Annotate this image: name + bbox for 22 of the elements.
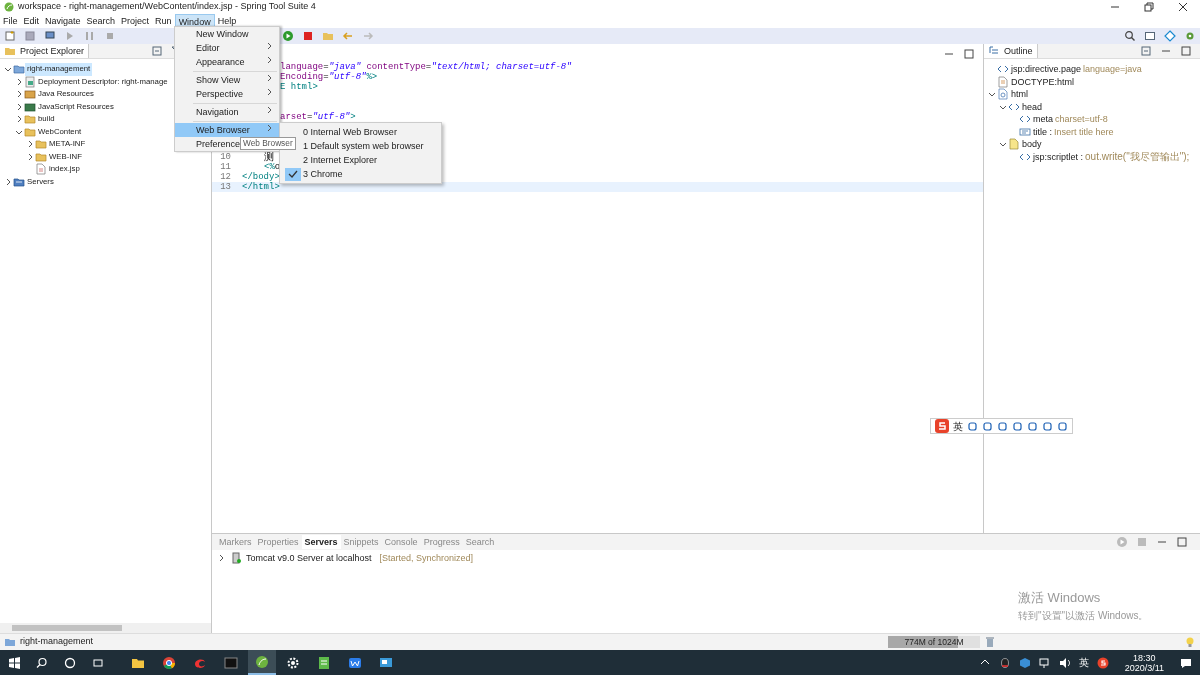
code-line: </html> [242, 182, 280, 192]
line-number: 10 [220, 152, 231, 162]
code-line: </body> [242, 172, 280, 182]
activation-text: 转到"设置"以激活 Windows。 [1018, 608, 1149, 623]
line-number: 11 [220, 162, 231, 172]
code-line: 测 [263, 152, 274, 162]
activation-title: 激活 Windows [1018, 589, 1102, 607]
window-title: workspace - right-management/WebContent/index.jsp - Spring Tool Suite 4 [18, 0, 316, 14]
code-line: language="java" contentType="text/html; charset=utf-8" [279, 62, 572, 72]
server-state: [Started, Synchronized] [379, 552, 474, 565]
code-line: E html> [279, 82, 318, 92]
tree-item-detail: Insert title here [1054, 125, 1114, 138]
tooltip: Web Browser [240, 137, 296, 150]
line-number: 13 [220, 182, 231, 192]
code-line: Encoding="utf-8"%> [279, 72, 378, 82]
memory-text: 774M of 1024M [904, 635, 964, 649]
line-number: 12 [220, 172, 231, 182]
status-text: right-management [20, 635, 94, 649]
code-line: arset="utf-8"> [279, 112, 356, 122]
tree-item-detail: charset=utf-8 [1055, 113, 1108, 126]
tree-item-detail: language=java [1083, 63, 1142, 76]
tree-item-detail: out.write("我尽管输出"); [1085, 150, 1190, 163]
